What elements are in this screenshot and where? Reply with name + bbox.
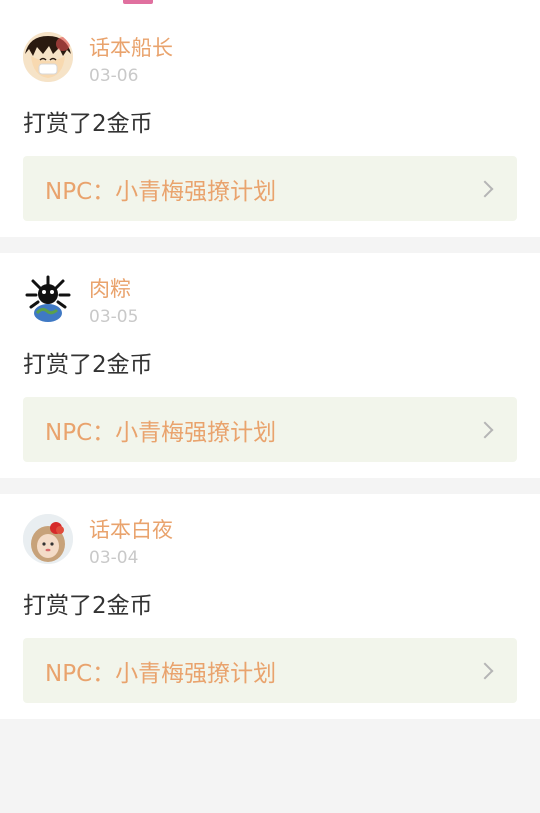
reward-card: 话本白夜 03-04 打赏了2金币 NPC：小青梅强撩计划 <box>0 494 540 719</box>
doll-avatar-icon[interactable] <box>23 514 73 564</box>
story-title: NPC：小青梅强撩计划 <box>45 660 277 687</box>
reward-card: 肉粽 03-05 打赏了2金币 NPC：小青梅强撩计划 <box>0 253 540 478</box>
username[interactable]: 肉粽 <box>89 276 138 302</box>
user-meta: 话本船长 03-06 <box>89 32 173 87</box>
user-meta: 话本白夜 03-04 <box>89 514 173 569</box>
reward-text: 打赏了2金币 <box>23 352 153 378</box>
username[interactable]: 话本船长 <box>89 35 173 61</box>
user-row: 肉粽 03-05 <box>23 273 517 333</box>
reward-card: 话本船长 03-06 打赏了2金币 NPC：小青梅强撩计划 <box>0 12 540 237</box>
chevron-right-icon <box>476 662 494 679</box>
story-link[interactable]: NPC：小青梅强撩计划 <box>23 156 517 221</box>
story-link[interactable]: NPC：小青梅强撩计划 <box>23 397 517 462</box>
reward-text: 打赏了2金币 <box>23 111 153 137</box>
tab-indicator <box>123 0 153 4</box>
luffy-avatar-icon[interactable] <box>23 32 73 82</box>
story-title: NPC：小青梅强撩计划 <box>45 178 277 205</box>
user-meta: 肉粽 03-05 <box>89 273 138 328</box>
earth-virus-avatar-icon[interactable] <box>23 273 73 323</box>
user-row: 话本白夜 03-04 <box>23 514 517 574</box>
reward-date: 03-04 <box>89 548 139 568</box>
reward-text: 打赏了2金币 <box>23 593 153 619</box>
user-row: 话本船长 03-06 <box>23 32 517 92</box>
story-link[interactable]: NPC：小青梅强撩计划 <box>23 638 517 703</box>
chevron-right-icon <box>476 180 494 197</box>
story-title: NPC：小青梅强撩计划 <box>45 419 277 446</box>
top-strip <box>0 0 540 12</box>
reward-date: 03-06 <box>89 66 139 86</box>
chevron-right-icon <box>476 421 494 438</box>
username[interactable]: 话本白夜 <box>89 517 173 543</box>
reward-date: 03-05 <box>89 307 139 327</box>
